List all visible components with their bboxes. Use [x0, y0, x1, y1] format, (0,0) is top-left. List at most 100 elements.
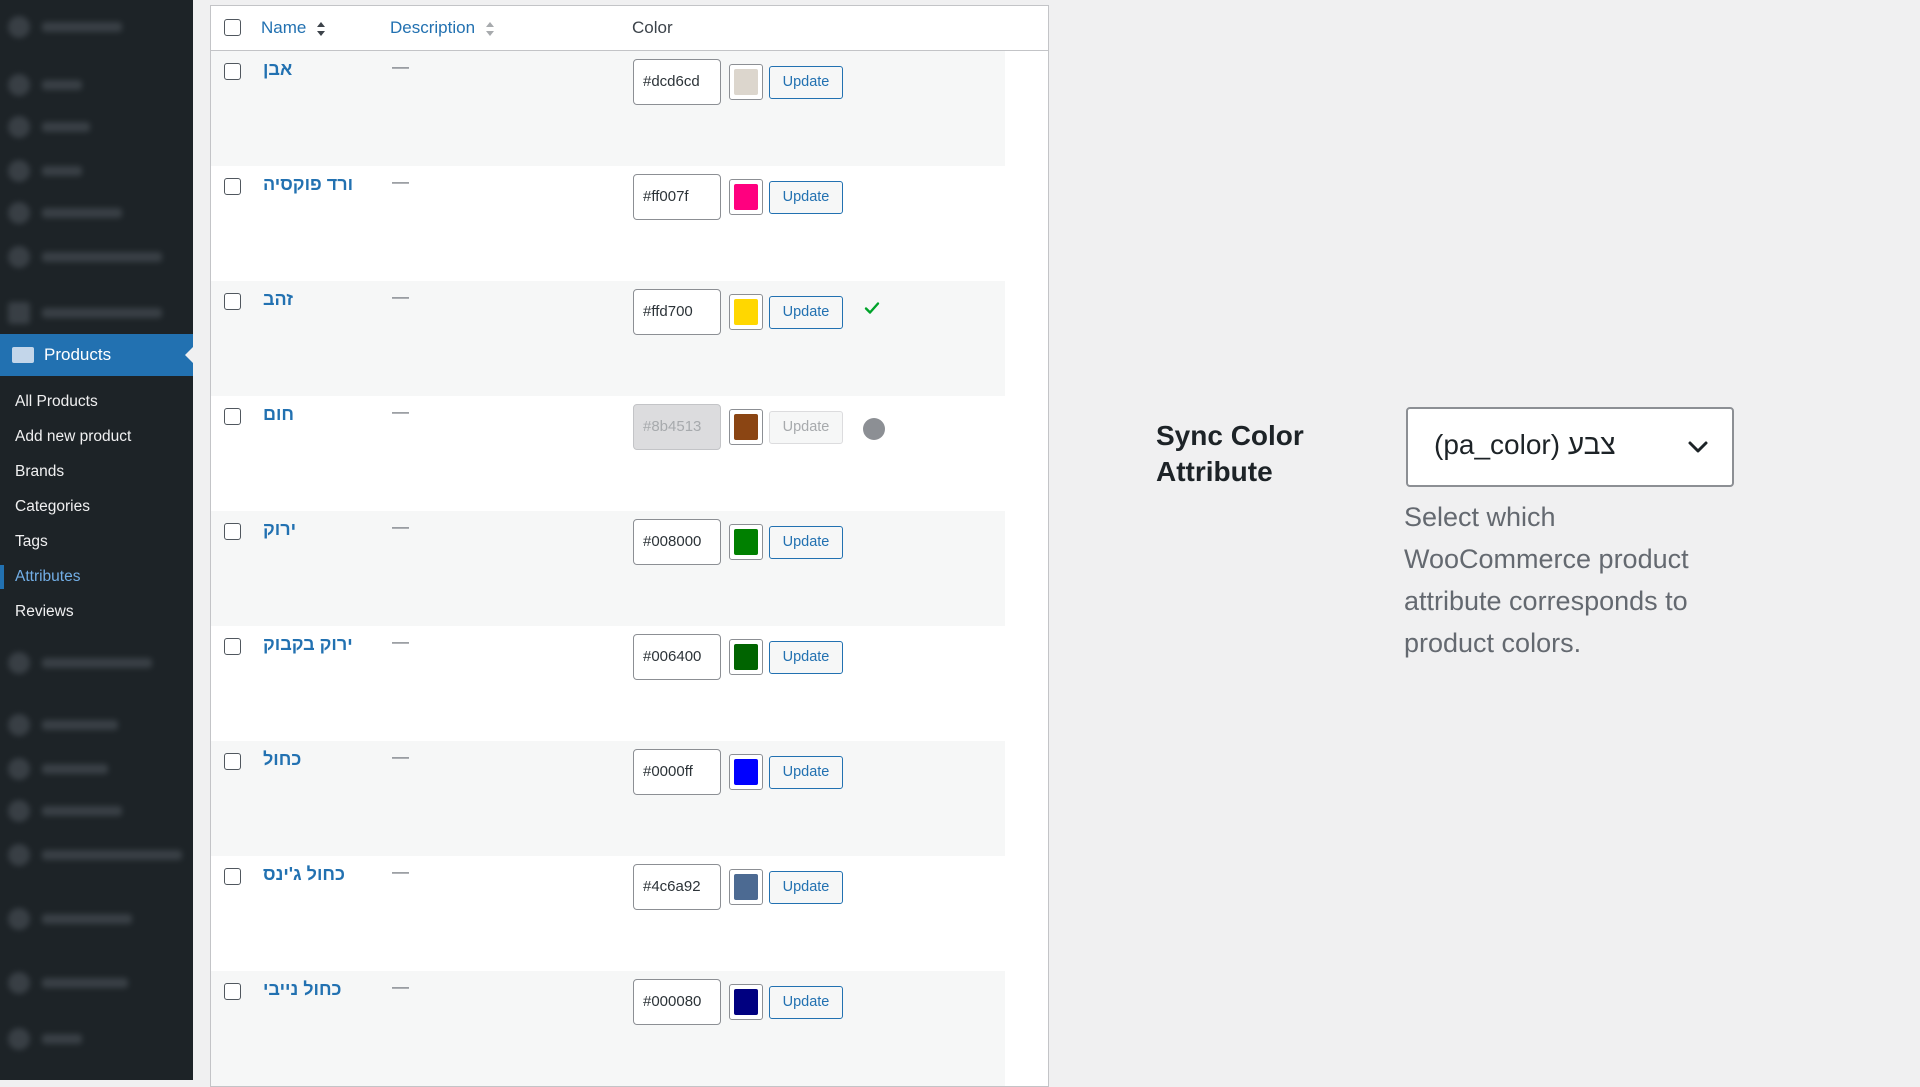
term-description: — [392, 977, 409, 996]
row-checkbox[interactable] [224, 753, 241, 770]
submenu-tags[interactable]: Tags [0, 528, 193, 563]
blurred-menu-item[interactable] [8, 842, 182, 868]
term-name-link[interactable]: חום [263, 404, 294, 425]
update-button[interactable]: Update [769, 641, 843, 674]
term-name-link[interactable]: אבן [263, 59, 292, 80]
submenu-attributes[interactable]: Attributes [0, 563, 193, 598]
term-name-link[interactable]: ירוק [263, 519, 296, 540]
blurred-menu-item[interactable] [8, 906, 132, 932]
term-description: — [392, 287, 409, 306]
update-button[interactable]: Update [769, 66, 843, 99]
color-hex-input[interactable]: #008000 [633, 519, 721, 565]
update-button[interactable]: Update [769, 181, 843, 214]
products-icon [12, 347, 34, 363]
blurred-menu-item[interactable] [8, 200, 122, 226]
color-swatch[interactable] [729, 524, 763, 560]
products-submenu: All Products Add new product Brands Cate… [0, 388, 193, 633]
color-hex-input[interactable]: #ff007f [633, 174, 721, 220]
term-description: — [392, 517, 409, 536]
terms-table: Name Description Color אבן — #dcd6cd Upd… [210, 5, 1049, 1087]
color-swatch[interactable] [729, 64, 763, 100]
update-button[interactable]: Update [769, 986, 843, 1019]
column-description-label: Description [390, 18, 476, 37]
table-header: Name Description Color [211, 6, 1048, 51]
row-checkbox[interactable] [224, 523, 241, 540]
update-button[interactable]: Update [769, 871, 843, 904]
blurred-menu-item[interactable] [8, 114, 90, 140]
color-hex-input: #8b4513 [633, 404, 721, 450]
update-button[interactable]: Update [769, 756, 843, 789]
column-name-label: Name [261, 18, 307, 37]
table-row: ורד פוקסיה — #ff007f Update [211, 166, 1005, 281]
blurred-menu-item[interactable] [8, 158, 82, 184]
row-checkbox[interactable] [224, 638, 241, 655]
row-checkbox[interactable] [224, 63, 241, 80]
column-description-sort[interactable]: Description [390, 18, 494, 38]
loading-spinner-icon [863, 418, 885, 440]
blurred-menu-item[interactable] [8, 244, 162, 270]
submenu-add-new-product[interactable]: Add new product [0, 423, 193, 458]
submenu-categories[interactable]: Categories [0, 493, 193, 528]
table-row: חום — #8b4513 Update [211, 396, 1005, 511]
table-row: כחול ג'ינס — #4c6a92 Update [211, 856, 1005, 971]
blurred-menu-item[interactable] [8, 14, 122, 40]
table-row: ירוק בקבוק — #006400 Update [211, 626, 1005, 741]
row-checkbox[interactable] [224, 983, 241, 1000]
attribute-help-text: Select which WooCommerce product attribu… [1404, 502, 1689, 658]
blurred-menu-item[interactable] [8, 970, 128, 996]
submenu-brands[interactable]: Brands [0, 458, 193, 493]
term-description: — [392, 747, 409, 766]
blurred-menu-item[interactable] [8, 72, 82, 98]
sidebar-item-products[interactable]: Products [0, 334, 193, 376]
select-all-checkbox[interactable] [224, 19, 241, 36]
update-button[interactable]: Update [769, 296, 843, 329]
color-swatch[interactable] [729, 179, 763, 215]
row-checkbox[interactable] [224, 178, 241, 195]
submenu-all-products[interactable]: All Products [0, 388, 193, 423]
column-name-sort[interactable]: Name [261, 18, 326, 38]
update-button: Update [769, 411, 843, 444]
row-checkbox[interactable] [224, 293, 241, 310]
term-name-link[interactable]: כחול [263, 749, 301, 770]
color-hex-input[interactable]: #dcd6cd [633, 59, 721, 105]
chevron-down-icon [1688, 441, 1708, 453]
color-attribute-select[interactable]: צבע (pa_color) [1406, 407, 1734, 487]
color-hex-input[interactable]: #0000ff [633, 749, 721, 795]
table-row: זהב — #ffd700 Update [211, 281, 1005, 396]
blurred-menu-item[interactable] [8, 798, 122, 824]
color-swatch[interactable] [729, 639, 763, 675]
color-swatch[interactable] [729, 754, 763, 790]
term-description: — [392, 632, 409, 651]
term-description: — [392, 57, 409, 76]
blurred-menu-item[interactable] [8, 1026, 82, 1052]
color-hex-input[interactable]: #006400 [633, 634, 721, 680]
sort-arrows-icon [317, 21, 326, 36]
term-name-link[interactable]: ירוק בקבוק [263, 634, 353, 655]
sort-arrows-icon [485, 21, 494, 36]
table-row: ירוק — #008000 Update [211, 511, 1005, 626]
current-menu-arrow [185, 347, 193, 363]
color-swatch[interactable] [729, 294, 763, 330]
table-row: כחול — #0000ff Update [211, 741, 1005, 856]
color-hex-input[interactable]: #4c6a92 [633, 864, 721, 910]
update-button[interactable]: Update [769, 526, 843, 559]
term-name-link[interactable]: כחול נייבי [263, 979, 342, 1000]
blurred-menu-item[interactable] [8, 650, 152, 676]
term-description: — [392, 402, 409, 421]
blurred-menu-item[interactable] [8, 712, 118, 738]
term-description: — [392, 862, 409, 881]
color-hex-input[interactable]: #ffd700 [633, 289, 721, 335]
submenu-reviews[interactable]: Reviews [0, 598, 193, 633]
row-checkbox[interactable] [224, 868, 241, 885]
table-row: כחול נייבי — #000080 Update [211, 971, 1005, 1086]
blurred-menu-item[interactable] [8, 300, 162, 326]
color-hex-input[interactable]: #000080 [633, 979, 721, 1025]
color-swatch[interactable] [729, 984, 763, 1020]
term-name-link[interactable]: כחול ג'ינס [263, 864, 345, 885]
color-swatch[interactable] [729, 869, 763, 905]
term-name-link[interactable]: ורד פוקסיה [263, 174, 353, 195]
term-name-link[interactable]: זהב [263, 289, 293, 310]
select-value: צבע (pa_color) [1434, 429, 1616, 460]
blurred-menu-item[interactable] [8, 756, 108, 782]
row-checkbox[interactable] [224, 408, 241, 425]
